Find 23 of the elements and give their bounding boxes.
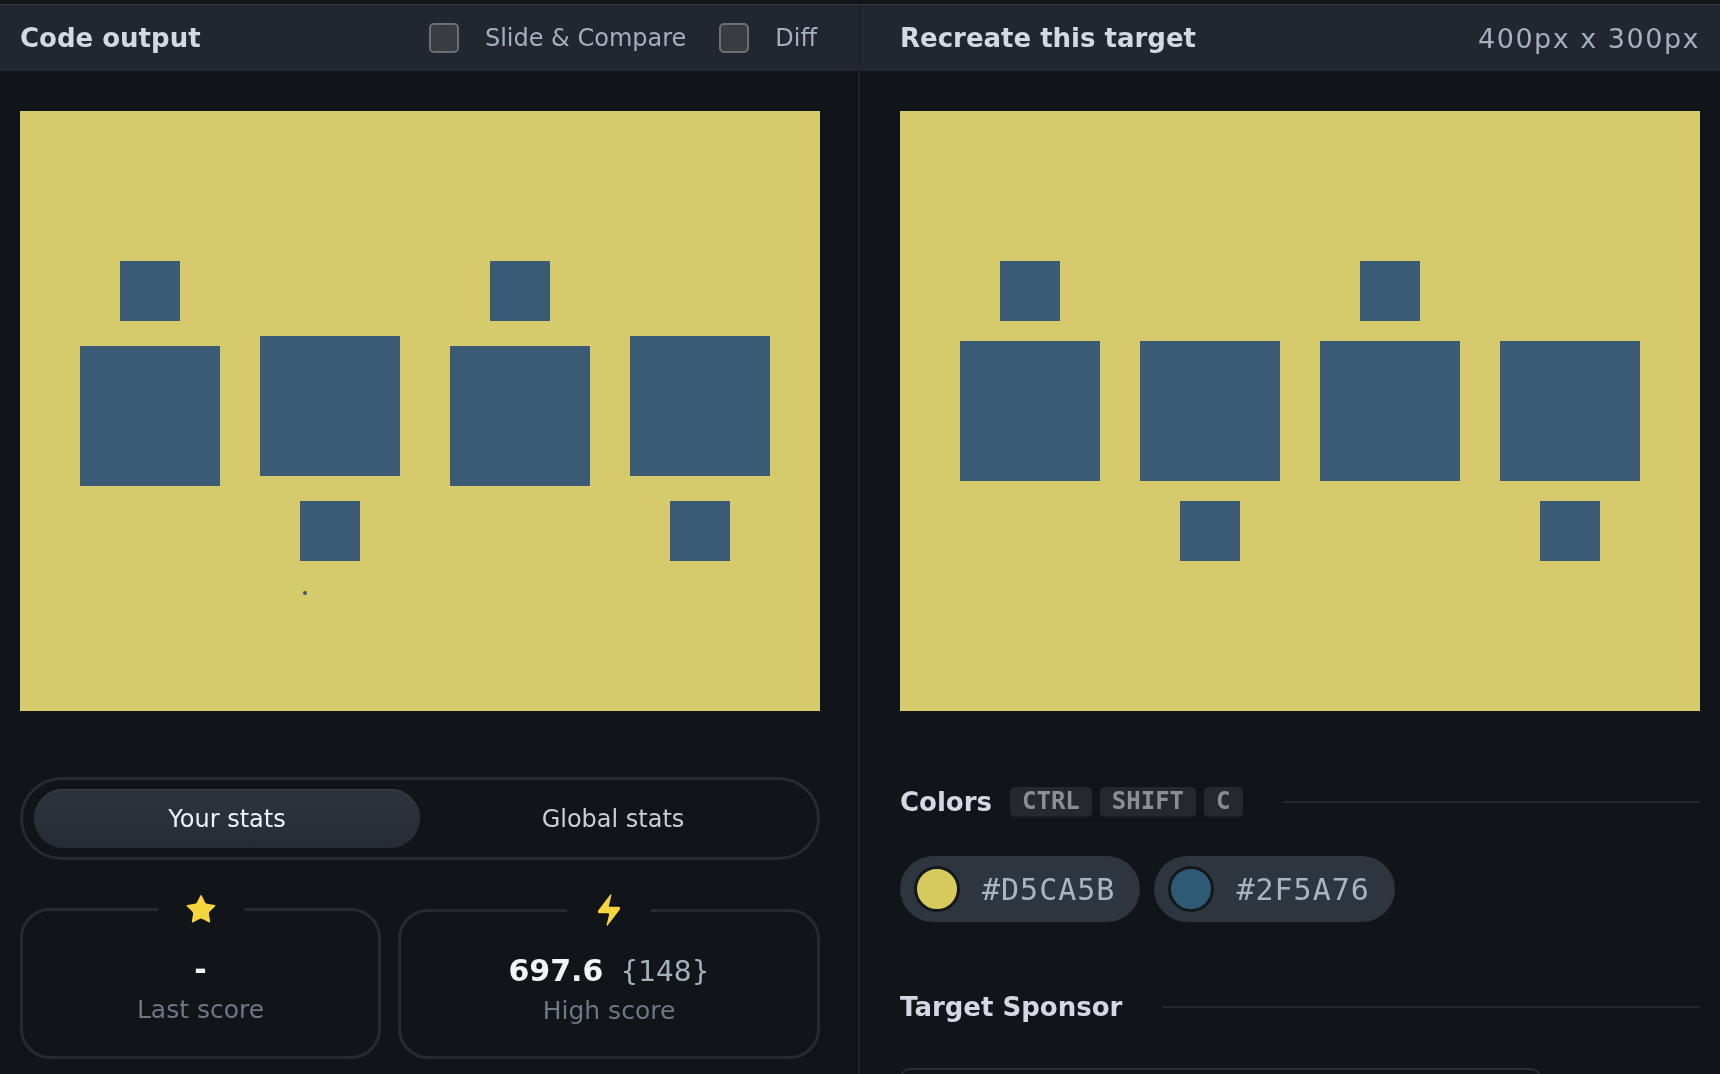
checkbox[interactable] [719,23,750,53]
score-label: High score [542,996,676,1025]
score-value: 697.6 [508,953,604,988]
star-icon [185,894,216,924]
color-chip[interactable]: #2F5A76 [1154,856,1395,922]
color-chip[interactable]: #D5CA5B [900,856,1141,922]
canvas-size-label: 400px x 300px [1478,22,1700,54]
section-title: Colors [900,787,992,817]
checkbox-label[interactable]: Diff [775,24,817,52]
stats-tab[interactable]: Your stats [34,789,420,848]
score-label: Last score [136,995,265,1024]
shortcut-key: SHIFT [1099,786,1197,818]
checkbox[interactable] [428,23,459,53]
shortcut-key: CTRL [1010,786,1092,818]
stats-tab[interactable]: Global stats [420,789,806,848]
shortcut-key: C [1204,786,1243,818]
score-value: - [194,952,207,987]
section-title: Target Sponsor [900,992,1123,1022]
score-count: {148} [620,955,710,988]
panel-title: Code output [20,23,201,53]
checkbox-label[interactable]: Slide & Compare [484,24,687,52]
panel-title: Recreate this target [900,23,1197,53]
lightning-bolt-icon [598,894,620,926]
